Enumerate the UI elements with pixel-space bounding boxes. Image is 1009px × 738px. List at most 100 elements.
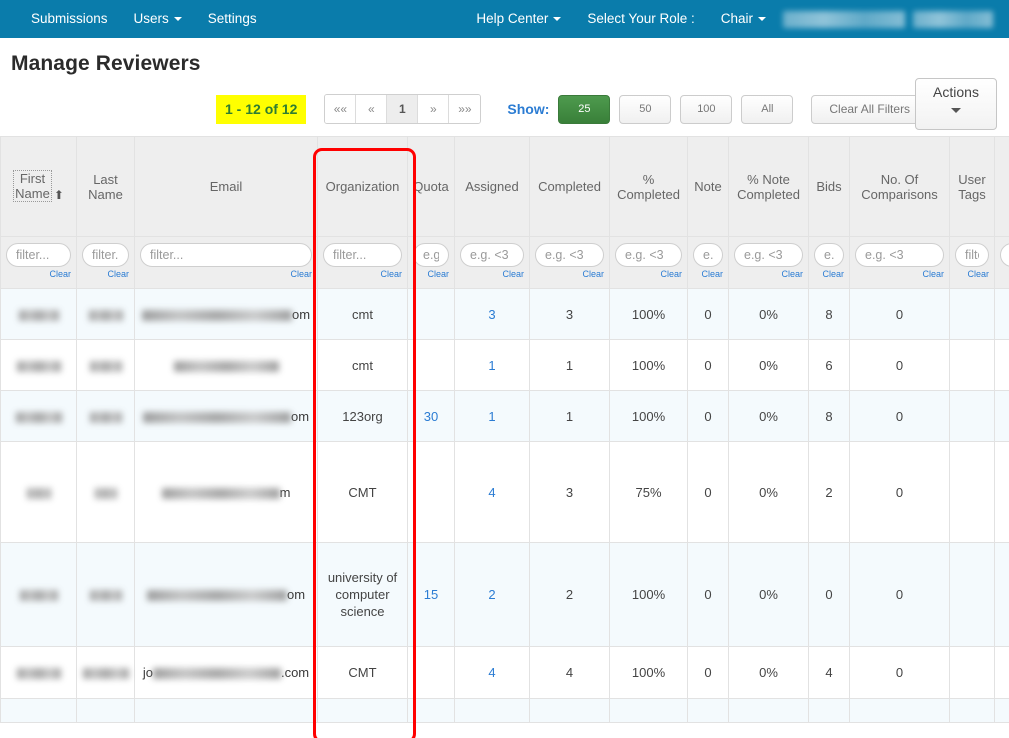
column-header-pct-completed[interactable]: % Completed	[609, 136, 688, 237]
column-header-completed[interactable]: Completed	[529, 136, 610, 237]
clear-filter-link-bids[interactable]: Clear	[814, 269, 844, 279]
clear-filter-link-quota[interactable]: Clear	[413, 269, 449, 279]
reviewers-table: First Name ⬆ Last Name Email Organization Q…	[0, 136, 1009, 723]
clear-filter-link-organization[interactable]: Clear	[323, 269, 402, 279]
cell-assigned[interactable]: 4	[454, 646, 530, 699]
filter-cell-first_name: Clear	[0, 236, 77, 289]
table-row[interactable]: om 123org 30 1 1 100% 0 0% 8 0	[0, 390, 1009, 442]
cell-no_of_comparisons: 0	[849, 542, 950, 647]
cell-assigned[interactable]: 1	[454, 390, 530, 442]
page-size-100-button[interactable]: 100	[680, 94, 733, 124]
nav-item-role-chair[interactable]: Chair	[708, 0, 779, 38]
clear-filter-link-pct_note_completed[interactable]: Clear	[734, 269, 803, 279]
cell-organization	[317, 698, 408, 723]
nav-item-users[interactable]: Users	[121, 0, 195, 38]
pagination-first-button[interactable]: ««	[325, 95, 357, 123]
pagination-prev-button[interactable]: «	[356, 95, 388, 123]
cell-quota[interactable]: 30	[407, 390, 455, 442]
filter-input-user_tags[interactable]	[955, 243, 989, 267]
column-header-pct-note-completed[interactable]: % Note Completed	[728, 136, 809, 237]
table-row[interactable]	[0, 698, 1009, 723]
cell-assigned[interactable]: 1	[454, 339, 530, 391]
redacted-first_name	[26, 487, 51, 499]
nav-item-submissions[interactable]: Submissions	[18, 0, 121, 38]
clear-filter-link-assigned[interactable]: Clear	[460, 269, 524, 279]
pagination-page-1-button[interactable]: 1	[387, 95, 419, 123]
filter-input-last_name[interactable]	[82, 243, 129, 267]
assigned-link[interactable]: 4	[488, 665, 495, 680]
navbar-left-group: Submissions Users Settings	[0, 0, 270, 38]
cell-assigned[interactable]: 2	[454, 542, 530, 647]
nav-item-help-center[interactable]: Help Center	[463, 0, 574, 38]
filter-input-email[interactable]	[140, 243, 312, 267]
clear-filter-link-first_name[interactable]: Clear	[6, 269, 71, 279]
cell-first_name	[0, 542, 77, 647]
column-header-assigned[interactable]: Assigned	[454, 136, 530, 237]
actions-dropdown-button[interactable]: Actions	[915, 78, 997, 130]
column-header-quota[interactable]: Quota	[407, 136, 455, 237]
table-head: First Name ⬆ Last Name Email Organization Q…	[0, 136, 1009, 289]
nav-item-settings-label: Settings	[207, 11, 257, 26]
quota-link[interactable]: 30	[424, 409, 438, 424]
filter-input-no_of_comparisons[interactable]	[855, 243, 944, 267]
assigned-link[interactable]: 4	[488, 485, 495, 500]
cell-assigned[interactable]: 3	[454, 288, 530, 340]
table-row[interactable]: om cmt 3 3 100% 0 0% 8 0	[0, 288, 1009, 340]
column-header-email[interactable]: Email	[134, 136, 318, 237]
cell-completed: 1	[529, 390, 610, 442]
clear-all-filters-button[interactable]: Clear All Filters	[811, 94, 929, 124]
page-size-50-button[interactable]: 50	[619, 94, 672, 124]
clear-filter-link-pct_completed[interactable]: Clear	[615, 269, 682, 279]
column-header-no-of-comparisons[interactable]: No. Of Comparisons	[849, 136, 950, 237]
page-size-25-button[interactable]: 25	[558, 94, 611, 124]
clear-filter-link-external_profile[interactable]: Clear	[1000, 269, 1009, 279]
filter-input-quota[interactable]	[413, 243, 449, 267]
redacted-first_name	[15, 411, 62, 423]
filter-input-assigned[interactable]	[460, 243, 524, 267]
pagination-next-button[interactable]: »	[418, 95, 450, 123]
assigned-link[interactable]: 1	[488, 409, 495, 424]
filter-input-pct_note_completed[interactable]	[734, 243, 803, 267]
table-row[interactable]: om university of computer science 15 2 2 100%…	[0, 542, 1009, 647]
column-header-first-name-label: First Name	[13, 170, 52, 202]
filter-input-external_profile[interactable]	[1000, 243, 1009, 267]
clear-filter-link-completed[interactable]: Clear	[535, 269, 604, 279]
table-row[interactable]: cmt 1 1 100% 0 0% 6 0	[0, 339, 1009, 391]
filter-input-pct_completed[interactable]	[615, 243, 682, 267]
column-header-first-name[interactable]: First Name ⬆	[0, 136, 77, 237]
clear-filter-link-no_of_comparisons[interactable]: Clear	[855, 269, 944, 279]
column-header-bids[interactable]: Bids	[808, 136, 850, 237]
assigned-link[interactable]: 2	[488, 587, 495, 602]
filter-input-note[interactable]	[693, 243, 723, 267]
cell-bids	[808, 698, 850, 723]
assigned-link[interactable]: 3	[488, 307, 495, 322]
page-size-all-button[interactable]: All	[741, 94, 794, 124]
cell-external_profile	[994, 390, 1009, 442]
cell-email: m	[134, 441, 318, 543]
column-header-user-tags[interactable]: User Tags	[949, 136, 995, 237]
filter-input-bids[interactable]	[814, 243, 844, 267]
filter-input-organization[interactable]	[323, 243, 402, 267]
column-header-organization[interactable]: Organization	[317, 136, 408, 237]
assigned-link[interactable]: 1	[488, 358, 495, 373]
cell-organization: CMT	[317, 441, 408, 543]
column-header-last-name[interactable]: Last Name	[76, 136, 135, 237]
filter-input-completed[interactable]	[535, 243, 604, 267]
cell-pct_completed	[609, 698, 688, 723]
cell-completed: 1	[529, 339, 610, 391]
cell-quota[interactable]: 15	[407, 542, 455, 647]
clear-filter-link-user_tags[interactable]: Clear	[955, 269, 989, 279]
pagination-last-button[interactable]: »»	[449, 95, 481, 123]
clear-filter-link-note[interactable]: Clear	[693, 269, 723, 279]
cell-assigned[interactable]: 4	[454, 441, 530, 543]
table-row[interactable]: jo .com CMT 4 4 100% 0 0% 4 0	[0, 646, 1009, 699]
column-header-note[interactable]: Note	[687, 136, 729, 237]
column-header-external-profile[interactable]: ExteProfEnte	[994, 136, 1009, 237]
nav-item-settings[interactable]: Settings	[195, 0, 270, 38]
table-row[interactable]: m CMT 4 3 75% 0 0% 2 0	[0, 441, 1009, 543]
filter-input-first_name[interactable]	[6, 243, 71, 267]
cell-pct_note_completed: 0%	[728, 390, 809, 442]
quota-link[interactable]: 15	[424, 587, 438, 602]
clear-filter-link-email[interactable]: Clear	[140, 269, 312, 279]
clear-filter-link-last_name[interactable]: Clear	[82, 269, 129, 279]
